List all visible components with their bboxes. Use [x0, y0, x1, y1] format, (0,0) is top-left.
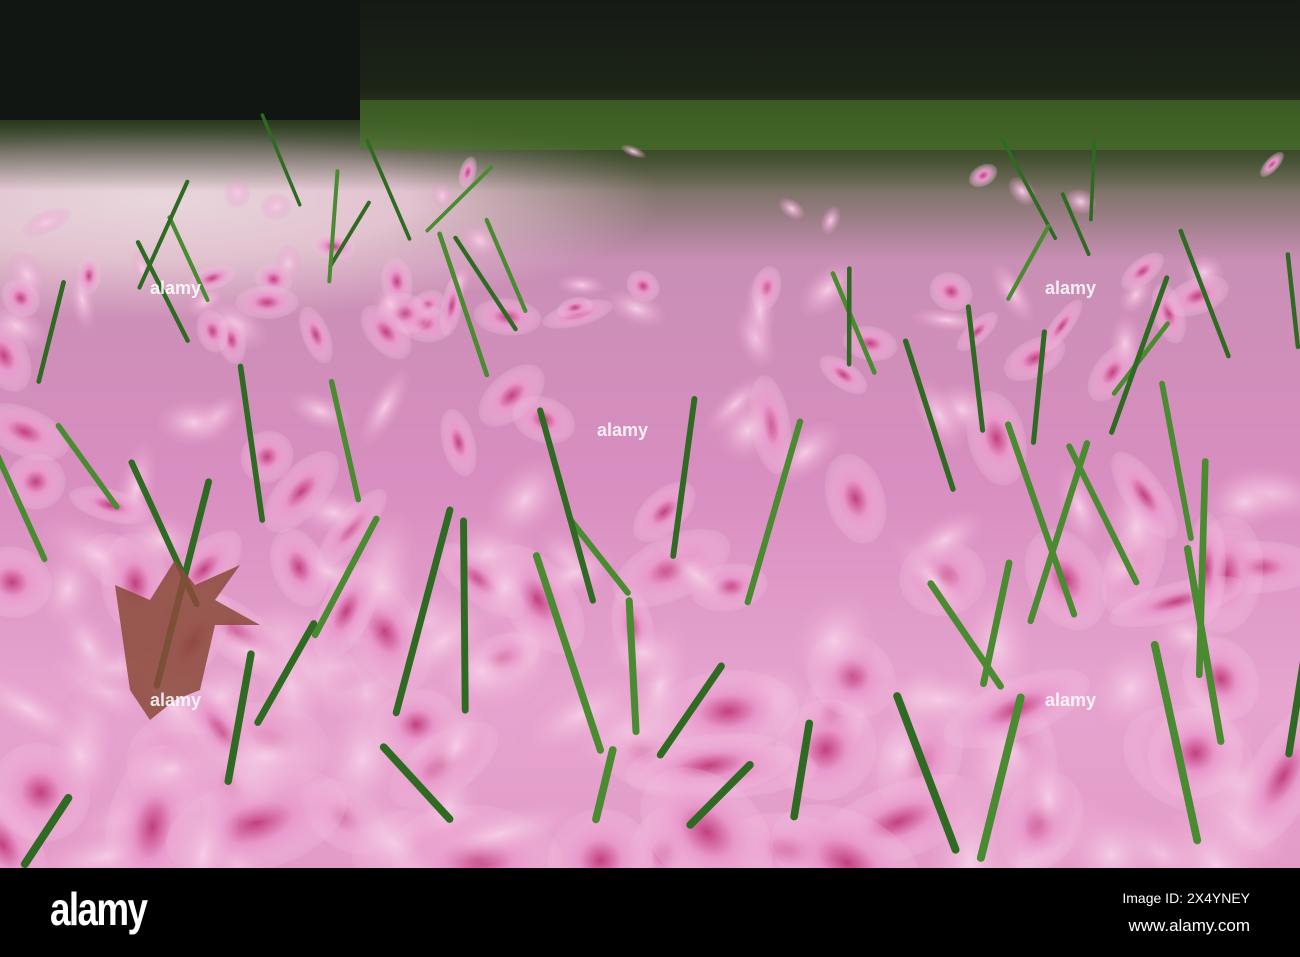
website-url: www.alamy.com: [1128, 916, 1250, 935]
petal: [779, 198, 805, 220]
petal: [968, 163, 998, 188]
grass-blade: [327, 169, 340, 284]
grass-blade: [460, 517, 469, 714]
grass-blade: [1285, 252, 1300, 350]
blurred-cars: [0, 0, 360, 120]
petal: [299, 306, 333, 364]
footer-bar: alamy Image ID: 2X4YNEY www.alamy.com: [0, 868, 1300, 957]
grass-blade: [365, 138, 412, 241]
grass-blade: [260, 113, 302, 207]
grass-blade: [1006, 224, 1051, 301]
petal: [558, 275, 605, 296]
petal: [288, 391, 352, 431]
grass-blade: [137, 179, 190, 290]
grass-blade: [328, 378, 361, 503]
watermark: alamy: [1045, 690, 1097, 710]
watermark: alamy: [150, 278, 202, 298]
petal: [799, 262, 857, 317]
petal-cluster: [0, 144, 1300, 868]
petal: [360, 369, 410, 446]
petal: [224, 178, 251, 209]
petal: [432, 182, 452, 210]
petal: [458, 156, 477, 189]
petal: [1259, 151, 1284, 177]
alamy-logo: alamy: [50, 883, 148, 935]
petal: [440, 408, 477, 477]
watermark: alamy: [597, 420, 649, 440]
petal: [459, 223, 500, 258]
petal: [21, 207, 71, 238]
petal: [820, 206, 841, 235]
watermark: alamy: [1045, 278, 1097, 298]
petals-and-grass: [0, 0, 1300, 868]
image-id: Image ID: 2X4YNEY: [1122, 890, 1250, 906]
watermark: alamy: [150, 690, 202, 710]
lawn: [360, 100, 1300, 150]
petal: [260, 192, 292, 221]
photo: alamy alamy alamy alamy alamy: [0, 0, 1300, 868]
